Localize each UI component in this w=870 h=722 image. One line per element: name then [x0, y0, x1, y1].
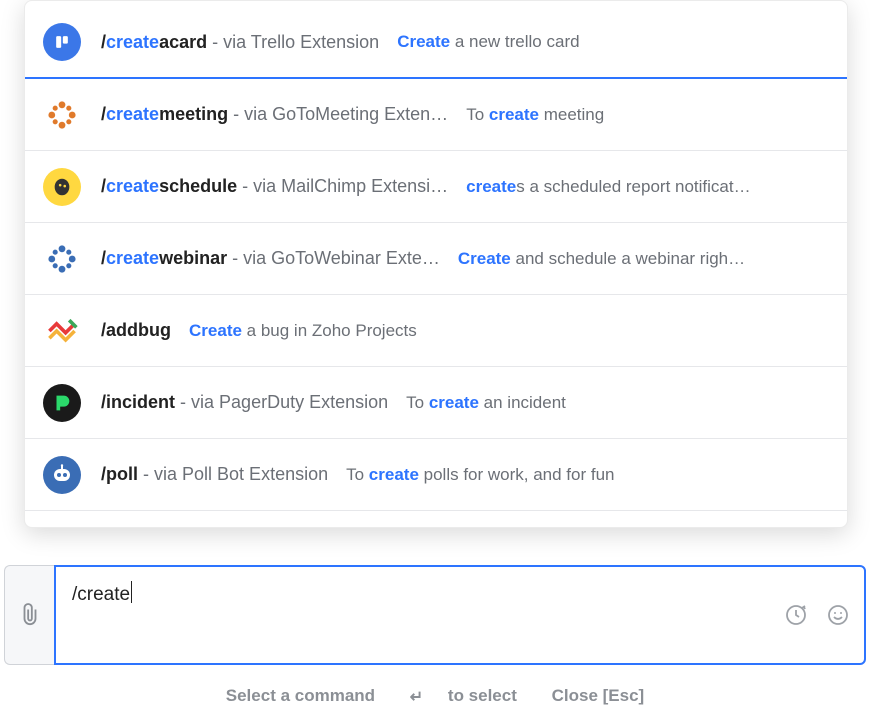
command-description: To create an incident — [406, 393, 829, 413]
composer-controls — [784, 603, 850, 627]
command-row[interactable]: /createacard - via Trello Extension Creat… — [25, 7, 847, 79]
command-description: To create meeting — [466, 105, 829, 125]
message-input[interactable]: /create — [54, 565, 866, 665]
attach-button[interactable] — [4, 565, 54, 665]
history-icon[interactable] — [784, 603, 808, 627]
gotowebinar-icon — [43, 240, 81, 278]
command-row[interactable]: /addbug Create a bug in Zoho Projects — [25, 295, 847, 367]
paperclip-icon — [19, 602, 41, 628]
command-label: /incident - via PagerDuty Extension — [101, 392, 388, 413]
command-label: /createacard - via Trello Extension — [101, 32, 379, 53]
command-label: /poll - via Poll Bot Extension — [101, 464, 328, 485]
mailchimp-icon — [43, 168, 81, 206]
command-description: Create and schedule a webinar righ… — [458, 249, 829, 269]
hint-close: Close [Esc] — [552, 686, 645, 705]
gotomeeting-icon — [43, 96, 81, 134]
trello-icon — [43, 23, 81, 61]
emoji-icon[interactable] — [826, 603, 850, 627]
command-row[interactable]: /poll - via Poll Bot Extension To create … — [25, 439, 847, 511]
command-row[interactable]: /createmeeting - via GoToMeeting Exten… T… — [25, 79, 847, 151]
command-description: Create a new trello card — [397, 32, 829, 52]
pollbot-icon — [43, 456, 81, 494]
hint-select-command: Select a command — [226, 686, 375, 705]
command-label: /createschedule - via MailChimp Extensi… — [101, 176, 448, 197]
hint-bar: Select a command ↵ to select Close [Esc] — [0, 686, 870, 707]
command-row[interactable]: /createschedule - via MailChimp Extensi…… — [25, 151, 847, 223]
message-input-text: /create — [72, 581, 132, 608]
command-description: creates a scheduled report notificat… — [466, 177, 829, 197]
hint-to-select: ↵ to select — [400, 686, 527, 705]
command-description: Create a bug in Zoho Projects — [189, 321, 829, 341]
command-suggestions-popup: /createacard - via Trello Extension Creat… — [24, 0, 848, 528]
message-composer: /create — [4, 565, 866, 665]
zoho-projects-icon — [43, 312, 81, 350]
text-cursor — [131, 581, 132, 603]
command-label: /createwebinar - via GoToWebinar Exte… — [101, 248, 440, 269]
command-row[interactable]: /createwebinar - via GoToWebinar Exte… Cr… — [25, 223, 847, 295]
command-description: To create polls for work, and for fun — [346, 465, 829, 485]
command-row[interactable]: /incident - via PagerDuty Extension To cr… — [25, 367, 847, 439]
pagerduty-icon — [43, 384, 81, 422]
return-key-icon: ↵ — [410, 689, 423, 706]
command-label: /createmeeting - via GoToMeeting Exten… — [101, 104, 448, 125]
command-label: /addbug — [101, 320, 171, 341]
